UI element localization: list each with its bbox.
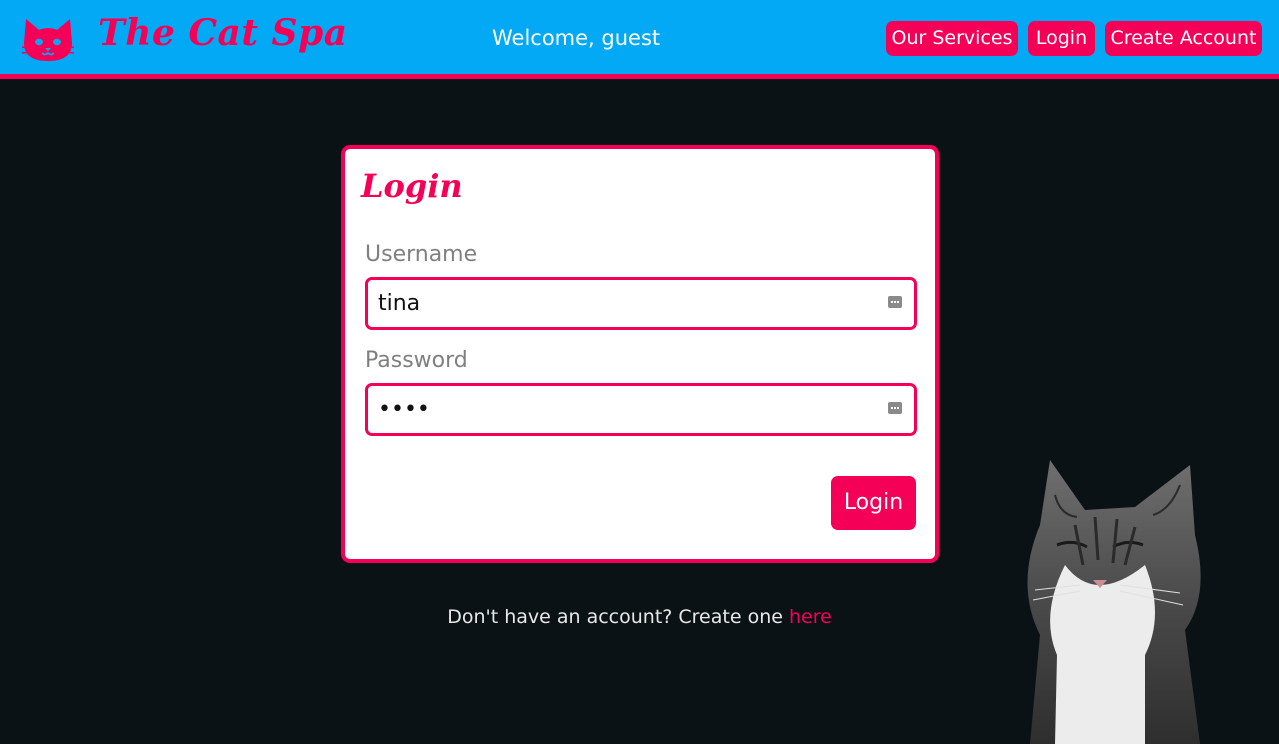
username-input[interactable] — [378, 280, 868, 327]
nav-login-button[interactable]: Login — [1028, 21, 1095, 56]
cat-photo — [1027, 460, 1201, 744]
welcome-message: Welcome, guest — [492, 26, 661, 50]
password-label: Password — [365, 348, 468, 373]
brand-name[interactable]: The Cat Spa — [98, 12, 348, 54]
signup-prompt-text: Don't have an account? Create one — [447, 606, 789, 628]
username-field-wrapper — [365, 277, 917, 330]
password-input[interactable] — [378, 386, 868, 433]
cat-face-icon[interactable] — [22, 17, 74, 63]
signup-link[interactable]: here — [789, 606, 832, 628]
password-field-wrapper — [365, 383, 917, 436]
username-label: Username — [365, 242, 478, 267]
password-manager-icon[interactable] — [888, 296, 902, 308]
password-manager-icon[interactable] — [888, 402, 902, 414]
create-account-button[interactable]: Create Account — [1105, 21, 1262, 56]
navbar: The Cat Spa Welcome, guest Our Services … — [0, 0, 1279, 79]
login-submit-button[interactable]: Login — [831, 476, 916, 530]
login-card: Login Username Password Login — [341, 145, 939, 563]
our-services-button[interactable]: Our Services — [886, 21, 1018, 56]
login-title: Login — [361, 167, 463, 205]
